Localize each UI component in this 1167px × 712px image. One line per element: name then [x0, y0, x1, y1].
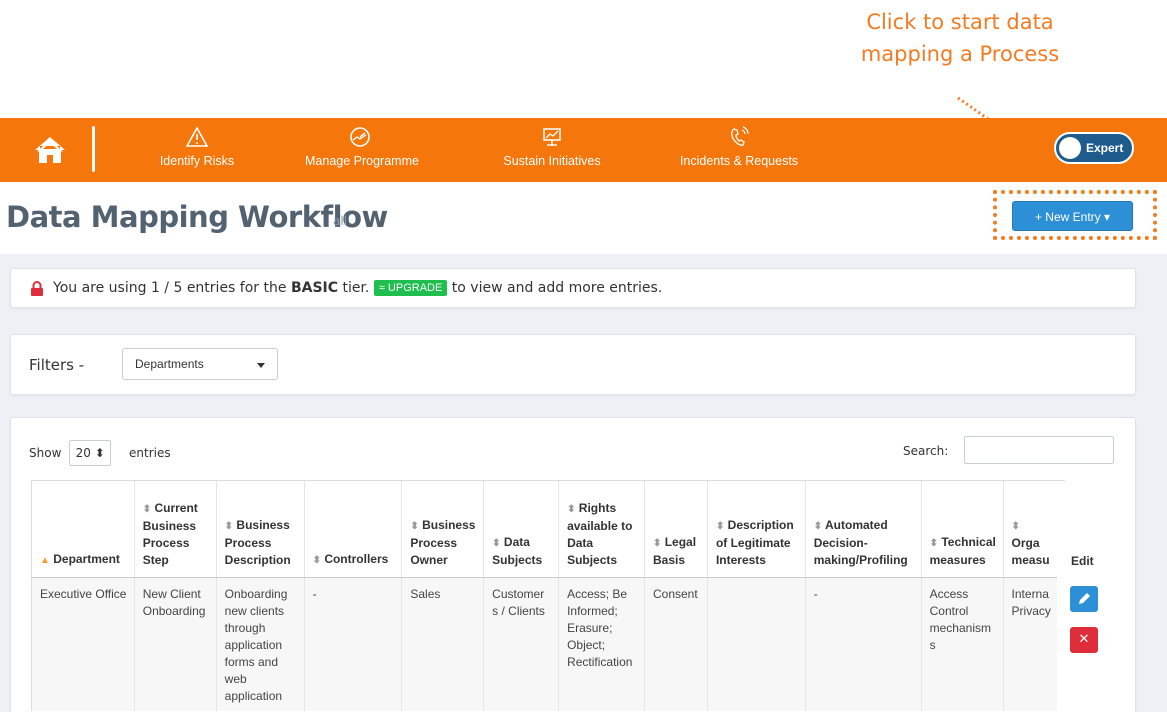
nav-label: Incidents & Requests	[679, 154, 799, 168]
col-automated-decision[interactable]: ⬍ Automated Decision-making/Profiling	[804, 481, 922, 578]
department-select-value: Departments	[135, 357, 204, 371]
expert-mode-toggle[interactable]: Expert	[1054, 132, 1134, 164]
cell-automated-decision: -	[804, 577, 922, 711]
col-process-step[interactable]: ⬍ Current Business Process Step	[133, 481, 217, 578]
nav-manage-programme[interactable]: Manage Programme	[305, 126, 419, 176]
col-process-owner[interactable]: ⬍ Business Process Owner	[401, 481, 484, 578]
search-label: Search:	[903, 444, 949, 458]
lock-icon	[31, 281, 43, 296]
cell-legitimate-interests	[706, 577, 806, 711]
col-process-description[interactable]: ⬍ Business Process Description	[215, 481, 305, 578]
col-edit: Edit	[1071, 554, 1094, 568]
sort-icon: ⬍	[652, 537, 662, 549]
edit-column: Edit ✕	[1065, 480, 1115, 712]
col-rights[interactable]: ⬍ Rights available to Data Subjects	[558, 481, 645, 578]
main-content: You are using 1 / 5 entries for the BASI…	[0, 254, 1167, 712]
alert-suffix: to view and add more entries.	[451, 280, 663, 296]
entries-table: ▲ Department ⬍ Current Business Process …	[31, 481, 1057, 711]
close-icon: ✕	[1078, 632, 1090, 647]
sort-icon: ⬍	[1011, 520, 1020, 532]
toggle-knob	[1059, 137, 1081, 159]
page-header: Data Mapping Workflow all	[0, 182, 1167, 254]
sort-icon: ⬍	[492, 537, 501, 549]
page-length-select[interactable]: 20 ⬍	[69, 440, 112, 466]
nav-identify-risks[interactable]: Identify Risks	[152, 126, 242, 176]
cell-department: Executive Office	[31, 577, 135, 711]
col-organisational-measures[interactable]: ⬍ Orga measu	[1002, 481, 1057, 578]
page-subtitle: all	[333, 214, 348, 228]
page-title: Data Mapping Workflow	[6, 200, 388, 234]
department-select[interactable]: Departments	[122, 348, 278, 380]
col-legitimate-interests[interactable]: ⬍ Description of Legitimate Interests	[706, 481, 806, 578]
show-label: Show	[29, 446, 62, 460]
table-header-row: ▲ Department ⬍ Current Business Process …	[31, 481, 1057, 578]
tier-alert: You are using 1 / 5 entries for the BASI…	[10, 268, 1136, 308]
alert-prefix: You are using 1 / 5 entries for the	[53, 280, 287, 296]
cell-process-description: Onboarding new clients through applicati…	[215, 577, 305, 711]
top-navbar: Identify Risks Manage Programme Sustain …	[0, 118, 1167, 182]
cell-process-owner: Sales	[401, 577, 484, 711]
cell-data-subjects: Customer s / Clients	[483, 577, 559, 711]
col-controllers[interactable]: ⬍ Controllers	[303, 481, 402, 578]
phone-icon	[731, 126, 749, 146]
nav-sustain-initiatives[interactable]: Sustain Initiatives	[497, 126, 607, 176]
nav-divider	[92, 126, 95, 172]
sort-icon: ⬍	[567, 503, 576, 515]
sort-icon: ⬍	[224, 520, 234, 532]
sort-asc-icon: ▲	[40, 554, 50, 566]
chart-monitor-icon	[543, 128, 561, 146]
col-data-subjects[interactable]: ⬍ Data Subjects	[483, 481, 559, 578]
cell-process-step: New Client Onboarding	[133, 577, 217, 711]
dashboard-icon	[350, 127, 370, 147]
home-icon[interactable]	[32, 132, 68, 168]
filters-toggle[interactable]: Filters -	[29, 356, 84, 374]
alert-text: You are using 1 / 5 entries for the BASI…	[53, 280, 662, 296]
filters-panel: Filters - Departments	[10, 334, 1136, 395]
sort-icon: ⬍	[312, 554, 321, 566]
table-row: Executive Office New Client Onboarding O…	[31, 577, 1057, 711]
cell-rights: Access; Be Informed; Erasure; Object; Re…	[558, 577, 645, 711]
pencil-icon	[1079, 593, 1090, 604]
sort-icon: ⬍	[929, 537, 939, 549]
col-technical-measures[interactable]: ⬍ Technical measures	[920, 481, 1004, 578]
table-scroll-area: ▲ Department ⬍ Current Business Process …	[31, 480, 1115, 712]
cell-legal-basis: Consent	[643, 577, 708, 711]
new-entry-button[interactable]: + New Entry ▾	[1012, 201, 1133, 231]
sort-icon: ⬍	[813, 520, 823, 532]
callout-annotation: Click to start data mapping a Process	[860, 10, 1060, 66]
cell-organisational-measures: Interna Privacy	[1002, 577, 1057, 711]
upgrade-button[interactable]: ≈ UPGRADE	[373, 280, 448, 296]
page-length-control: Show 20 ⬍ entries	[29, 440, 171, 466]
warning-icon	[186, 126, 208, 147]
caret-down-icon	[257, 363, 265, 368]
entries-label: entries	[129, 446, 171, 460]
sort-icon: ⬍	[715, 520, 725, 532]
cell-technical-measures: Access Control mechanism s	[920, 577, 1004, 711]
col-department[interactable]: ▲ Department	[31, 481, 135, 578]
nav-incidents-requests[interactable]: Incidents & Requests	[675, 126, 803, 176]
nav-label: Identify Risks	[159, 154, 235, 168]
sort-icon: ⬍	[410, 520, 419, 532]
alert-tier: BASIC	[290, 280, 339, 296]
entries-table-panel: Show 20 ⬍ entries Search: ▲ Department ⬍…	[10, 417, 1136, 712]
delete-button[interactable]: ✕	[1070, 627, 1098, 653]
edit-button[interactable]	[1070, 586, 1098, 612]
alert-mid: tier.	[342, 280, 370, 296]
toggle-label: Expert	[1086, 141, 1124, 155]
nav-label: Sustain Initiatives	[503, 154, 601, 168]
sort-icon: ⬍	[142, 503, 152, 515]
search-input[interactable]	[964, 436, 1114, 464]
col-legal-basis[interactable]: ⬍ Legal Basis	[643, 481, 708, 578]
cell-controllers: -	[303, 577, 402, 711]
nav-label: Manage Programme	[305, 154, 419, 168]
